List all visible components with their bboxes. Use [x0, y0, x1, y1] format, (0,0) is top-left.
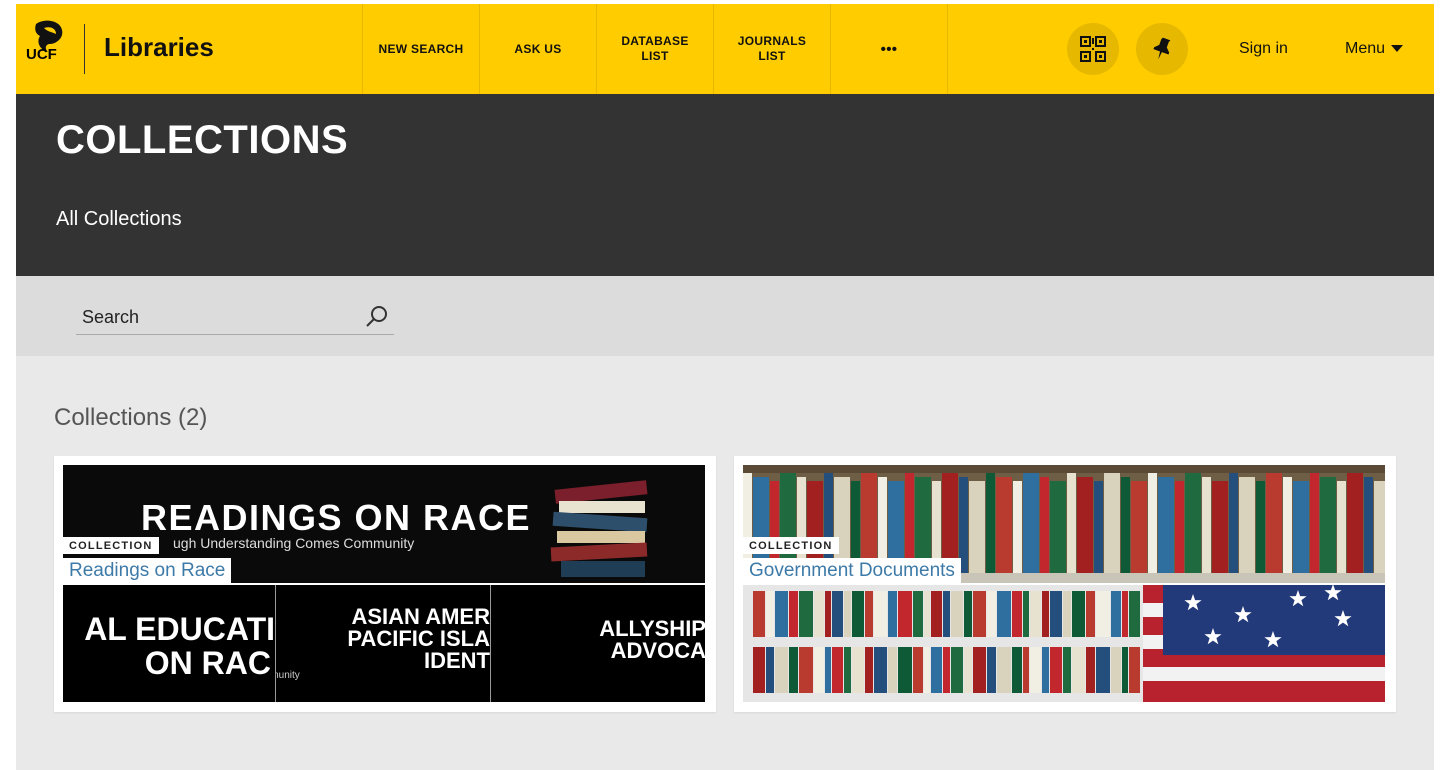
- nav-new-search[interactable]: NEW SEARCH: [362, 4, 479, 94]
- collection-card-government-documents[interactable]: COLLECTION Government Documents: [734, 456, 1396, 712]
- tile-allyship-line1: ALLYSHIP: [599, 616, 705, 641]
- banner-subtitle: ugh Understanding Comes Community: [173, 535, 415, 551]
- tile-allyship: ALLYSHIP ADVOCA: [490, 585, 705, 702]
- tile-community-text: mmunity: [276, 670, 300, 681]
- nav-database-list[interactable]: DATABASE LIST: [596, 4, 713, 94]
- nav-journals-line1: JOURNALS: [737, 34, 807, 48]
- logo-divider: [84, 24, 85, 74]
- collection-badge: COLLECTION: [63, 537, 159, 554]
- collection-title-government-documents[interactable]: Government Documents: [743, 558, 961, 585]
- banner-title: READINGS ON RACE: [141, 497, 532, 538]
- nav-journals-list-label: JOURNALS LIST: [738, 34, 806, 64]
- more-dots-icon: •••: [880, 40, 898, 58]
- nav-database-line2: LIST: [641, 49, 669, 63]
- nav-ask-us-label: ASK US: [514, 41, 562, 56]
- caret-down-icon: [1391, 45, 1404, 53]
- qr-code-icon: [1080, 36, 1106, 62]
- tile-education: AL EDUCATI ON RAC: [63, 585, 275, 702]
- sign-in-link[interactable]: Sign in: [1239, 40, 1288, 58]
- qr-code-button[interactable]: [1067, 23, 1119, 75]
- page: UCF Libraries NEW SEARCH ASK US DATABASE…: [16, 4, 1434, 770]
- collection-card-readings-on-race[interactable]: READINGS ON RACE ugh Understanding Comes…: [54, 456, 716, 712]
- book-stack-image: [550, 480, 648, 577]
- tile-education-line1: AL EDUCATI: [84, 611, 275, 647]
- nav-more-button[interactable]: •••: [830, 4, 948, 94]
- tile-asian-line1: ASIAN AMER: [351, 604, 490, 629]
- nav-new-search-label: NEW SEARCH: [378, 41, 464, 56]
- collection-thumbnail: READINGS ON RACE ugh Understanding Comes…: [63, 465, 705, 702]
- pin-icon: [1153, 37, 1171, 60]
- libraries-brand-link[interactable]: Libraries: [104, 32, 214, 63]
- page-header: COLLECTIONS All Collections: [16, 94, 1434, 276]
- readings-tiles: AL EDUCATI ON RAC mmunity ASIAN AMER PAC…: [63, 585, 705, 702]
- main-nav: NEW SEARCH ASK US DATABASE LIST JOURNALS L…: [362, 4, 948, 94]
- collection-badge: COLLECTION: [743, 537, 839, 554]
- nav-database-line1: DATABASE: [621, 34, 689, 48]
- collection-title-readings-on-race[interactable]: Readings on Race: [63, 558, 232, 585]
- tile-education-line2: ON RAC: [144, 645, 271, 681]
- search-icon[interactable]: [364, 304, 390, 330]
- nav-database-list-label: DATABASE LIST: [621, 34, 688, 64]
- nav-journals-list[interactable]: JOURNALS LIST: [713, 4, 830, 94]
- collection-thumbnail: COLLECTION Government Documents: [743, 465, 1385, 702]
- collections-count-heading: Collections (2): [54, 404, 208, 431]
- shelves-and-flag-image: [743, 584, 1385, 702]
- search-input[interactable]: [80, 306, 354, 329]
- tile-asian-line2: PACIFIC ISLA: [347, 626, 490, 651]
- tile-allyship-line2: ADVOCA: [610, 638, 705, 663]
- ucf-logo-text: UCF: [26, 46, 57, 63]
- menu-label: Menu: [1345, 40, 1386, 57]
- nav-ask-us[interactable]: ASK US: [479, 4, 596, 94]
- menu-button[interactable]: Menu: [1345, 40, 1404, 58]
- search-bar: [16, 276, 1434, 356]
- top-navigation-bar: UCF Libraries NEW SEARCH ASK US DATABASE…: [16, 4, 1434, 94]
- tile-asian-line3: IDENT: [424, 648, 490, 673]
- pinned-items-button[interactable]: [1136, 23, 1188, 75]
- search-field: [76, 302, 394, 335]
- tile-asian-american: mmunity ASIAN AMER PACIFIC ISLA IDENT: [275, 585, 490, 702]
- archive-flag-image: [743, 584, 1385, 702]
- page-title: COLLECTIONS: [56, 118, 349, 162]
- nav-journals-line2: LIST: [758, 49, 786, 63]
- breadcrumb-all-collections[interactable]: All Collections: [56, 208, 182, 231]
